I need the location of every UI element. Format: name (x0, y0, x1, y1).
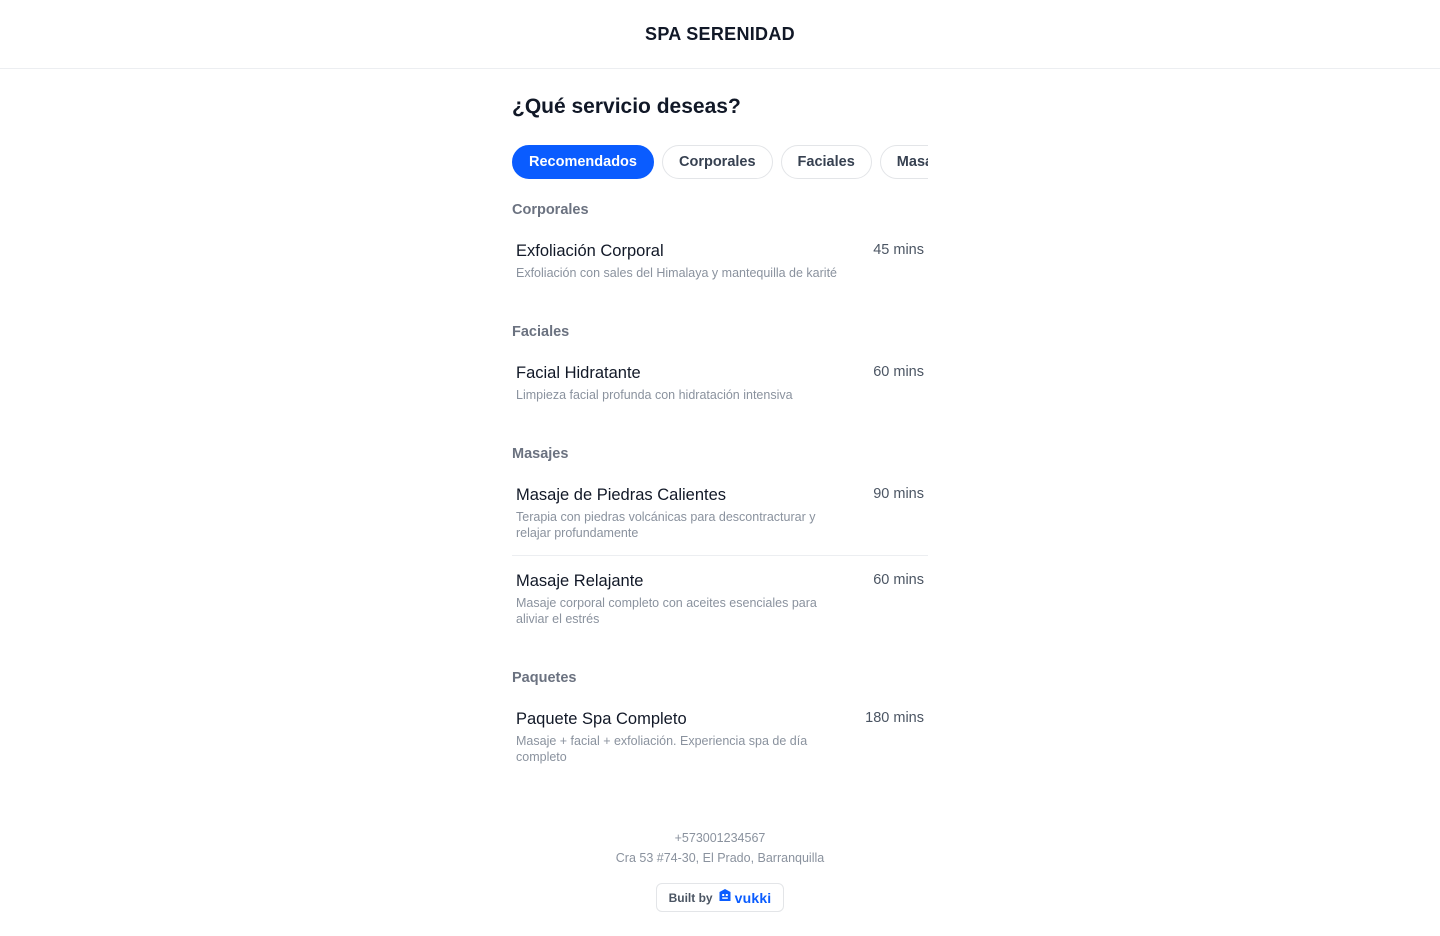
service-text: Masaje Relajante Masaje corporal complet… (516, 571, 846, 627)
service-description: Terapia con piedras volcánicas para desc… (516, 510, 816, 540)
service-text: Masaje de Piedras Calientes Terapia con … (516, 485, 846, 541)
tab-masajes[interactable]: Masajes (879, 145, 928, 179)
service-name: Exfoliación Corporal (516, 242, 664, 260)
section-title: Paquetes (512, 670, 577, 686)
service-name: Facial Hidratante (516, 364, 641, 382)
service-list: Paquete Spa Completo Masaje + facial + e… (512, 701, 928, 779)
service-item-masaje-piedras-calientes[interactable]: Masaje de Piedras Calientes Terapia con … (512, 477, 928, 555)
service-item-paquete-spa-completo[interactable]: Paquete Spa Completo Masaje + facial + e… (512, 701, 928, 779)
service-name: Masaje Relajante (516, 572, 644, 590)
section-title: Faciales (512, 324, 570, 340)
service-item-facial-hidratante[interactable]: Facial Hidratante Limpieza facial profun… (512, 355, 928, 417)
service-text: Facial Hidratante Limpieza facial profun… (516, 363, 846, 403)
service-duration: 60 mins (873, 572, 924, 588)
footer-phone[interactable]: +573001234567 (0, 828, 1440, 848)
section-faciales: Faciales Facial Hidratante Limpieza faci… (512, 323, 928, 417)
service-item-masaje-relajante[interactable]: Masaje Relajante Masaje corporal complet… (512, 555, 928, 641)
brand-name[interactable]: SPA SERENIDAD (645, 24, 795, 45)
service-name: Paquete Spa Completo (516, 710, 687, 728)
section-title: Masajes (512, 446, 569, 462)
tab-corporales[interactable]: Corporales (661, 145, 773, 179)
service-name: Masaje de Piedras Calientes (516, 486, 727, 504)
tab-faciales[interactable]: Faciales (780, 145, 872, 179)
service-description: Masaje + facial + exfoliación. Experienc… (516, 734, 808, 764)
vukki-brand-text: vukki (734, 889, 772, 906)
service-duration: 60 mins (873, 364, 924, 380)
built-by-label: Built by (668, 890, 713, 905)
service-list: Masaje de Piedras Calientes Terapia con … (512, 477, 928, 641)
service-list: Exfoliación Corporal Exfoliación con sal… (512, 233, 928, 295)
service-duration: 90 mins (873, 486, 924, 502)
vukki-logo: vukki (718, 888, 772, 907)
category-tabs: Recomendados Corporales Faciales Masajes (512, 145, 928, 179)
section-corporales: Corporales Exfoliación Corporal Exfoliac… (512, 201, 928, 295)
page-title: ¿Qué servicio deseas? (512, 95, 741, 118)
service-description: Exfoliación con sales del Himalaya y man… (516, 266, 837, 280)
service-description: Limpieza facial profunda con hidratación… (516, 388, 793, 402)
service-list: Facial Hidratante Limpieza facial profun… (512, 355, 928, 417)
section-title: Corporales (512, 202, 589, 218)
section-masajes: Masajes Masaje de Piedras Calientes Tera… (512, 445, 928, 641)
vukki-logo-icon (718, 888, 732, 907)
service-duration: 45 mins (873, 242, 924, 258)
site-footer: +573001234567 Cra 53 #74-30, El Prado, B… (0, 828, 1440, 912)
service-item-exfoliacion-corporal[interactable]: Exfoliación Corporal Exfoliación con sal… (512, 233, 928, 295)
service-description: Masaje corporal completo con aceites ese… (516, 596, 817, 626)
service-duration: 180 mins (865, 710, 924, 726)
section-paquetes: Paquetes Paquete Spa Completo Masaje + f… (512, 669, 928, 779)
tab-recomendados[interactable]: Recomendados (512, 145, 654, 179)
built-by-badge[interactable]: Built by vukki (655, 883, 785, 912)
service-text: Paquete Spa Completo Masaje + facial + e… (516, 709, 846, 765)
footer-address: Cra 53 #74-30, El Prado, Barranquilla (615, 851, 825, 865)
site-header: SPA SERENIDAD (0, 0, 1440, 69)
service-text: Exfoliación Corporal Exfoliación con sal… (516, 241, 846, 281)
service-selection: ¿Qué servicio deseas? Recomendados Corpo… (512, 69, 928, 779)
